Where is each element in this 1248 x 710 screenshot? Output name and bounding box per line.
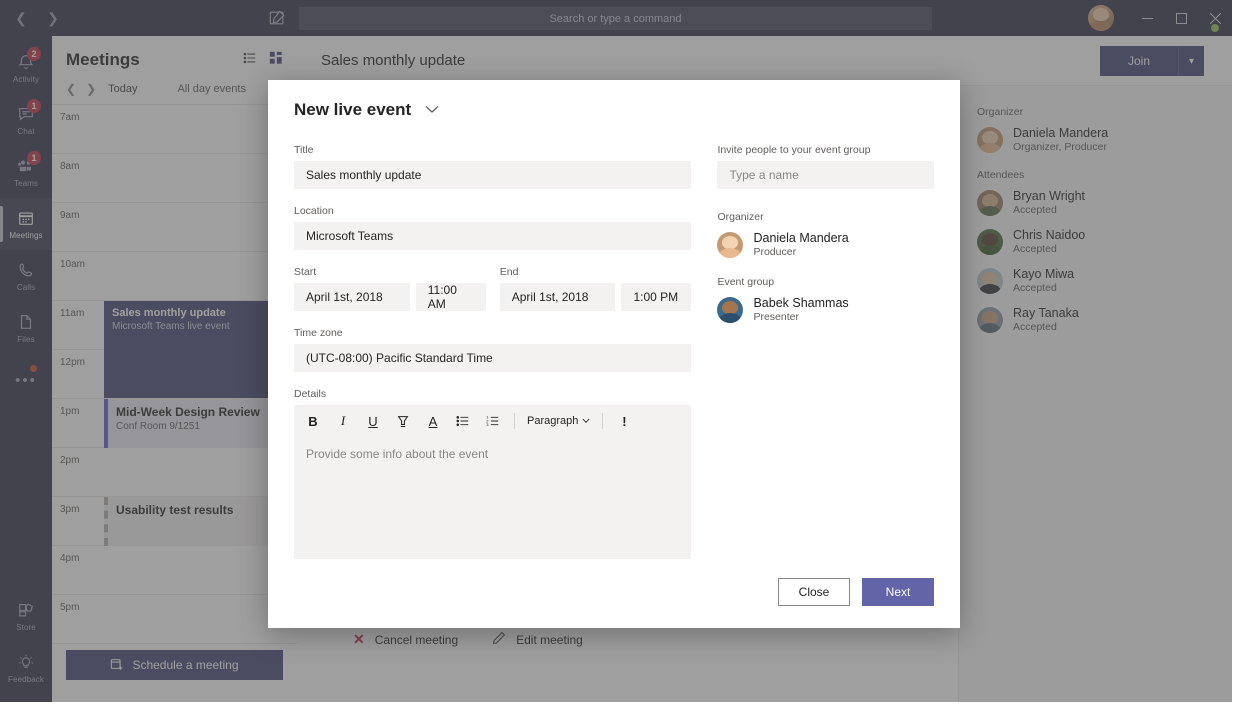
close-button[interactable]: Close: [778, 578, 850, 606]
svg-text:3: 3: [486, 422, 489, 427]
teams-app-window: ❮ ❯ Search or type a command: [0, 0, 1232, 702]
invite-field-group: Invite people to your event group Type a…: [717, 144, 934, 189]
start-time-input[interactable]: 11:00 AM: [415, 283, 486, 311]
paragraph-style-label: Paragraph: [527, 415, 579, 427]
start-date-input[interactable]: April 1st, 2018: [294, 283, 410, 311]
event-group-row[interactable]: Babek Shammas Presenter: [717, 296, 934, 323]
details-field-group: Details B I U A 1 2 3 Paragraph ! Provid…: [294, 388, 692, 559]
person-name: Babek Shammas: [753, 296, 849, 310]
italic-button[interactable]: I: [328, 406, 358, 436]
font-color-button[interactable]: A: [418, 406, 448, 436]
timezone-select[interactable]: (UTC-08:00) Pacific Standard Time: [294, 344, 692, 372]
dialog-organizer-heading: Organizer: [717, 211, 764, 223]
details-label: Details: [294, 388, 327, 400]
toolbar-divider: [514, 413, 515, 429]
dialog-body: Title Sales monthly update Location Micr…: [268, 120, 960, 575]
avatar: [717, 296, 744, 323]
next-button[interactable]: Next: [862, 578, 934, 606]
paragraph-style-dropdown[interactable]: Paragraph: [521, 415, 596, 427]
title-input[interactable]: Sales monthly update: [294, 161, 692, 189]
dialog-chevron-down-icon[interactable]: [425, 103, 439, 117]
dialog-people-column: Invite people to your event group Type a…: [717, 144, 934, 575]
avatar: [717, 231, 744, 258]
bold-button[interactable]: B: [298, 406, 328, 436]
dialog-form-column: Title Sales monthly update Location Micr…: [294, 144, 692, 575]
end-date-input[interactable]: April 1st, 2018: [499, 283, 616, 311]
title-field-group: Title Sales monthly update: [294, 144, 692, 189]
details-textarea[interactable]: Provide some info about the event: [294, 437, 692, 559]
rich-text-toolbar: B I U A 1 2 3 Paragraph !: [294, 405, 692, 437]
numbered-list-icon[interactable]: 1 2 3: [478, 406, 508, 436]
invite-label: Invite people to your event group: [717, 144, 871, 156]
title-label: Title: [294, 144, 314, 156]
highlighter-icon[interactable]: [388, 406, 418, 436]
dialog-header: New live event: [268, 80, 960, 120]
dialog-title: New live event: [294, 100, 412, 119]
chevron-down-icon: [582, 415, 590, 427]
dialog-organizer-row[interactable]: Daniela Mandera Producer: [717, 231, 934, 258]
importance-icon[interactable]: !: [609, 406, 639, 436]
timezone-field-group: Time zone (UTC-08:00) Pacific Standard T…: [294, 327, 692, 372]
dialog-footer: Close Next: [778, 578, 934, 606]
event-group-heading: Event group: [717, 276, 775, 288]
start-group: Start April 1st, 2018 11:00 AM: [294, 266, 486, 311]
end-label: End: [499, 266, 519, 278]
new-live-event-dialog: New live event Title Sales monthly updat…: [268, 80, 960, 628]
person-role: Presenter: [753, 311, 799, 323]
location-field-group: Location Microsoft Teams: [294, 205, 692, 250]
location-label: Location: [294, 205, 334, 217]
underline-button[interactable]: U: [358, 406, 388, 436]
start-label: Start: [294, 266, 317, 278]
end-group: End April 1st, 2018 1:00 PM: [499, 266, 692, 311]
end-time-input[interactable]: 1:00 PM: [621, 283, 692, 311]
bullet-list-icon[interactable]: [448, 406, 478, 436]
location-input[interactable]: Microsoft Teams: [294, 222, 692, 250]
person-role: Producer: [753, 246, 797, 258]
datetime-field-group: Start April 1st, 2018 11:00 AM End April…: [294, 266, 692, 311]
timezone-label: Time zone: [294, 327, 343, 339]
person-name: Daniela Mandera: [753, 231, 849, 245]
toolbar-divider: [602, 413, 604, 429]
invite-input[interactable]: Type a name: [717, 161, 934, 189]
